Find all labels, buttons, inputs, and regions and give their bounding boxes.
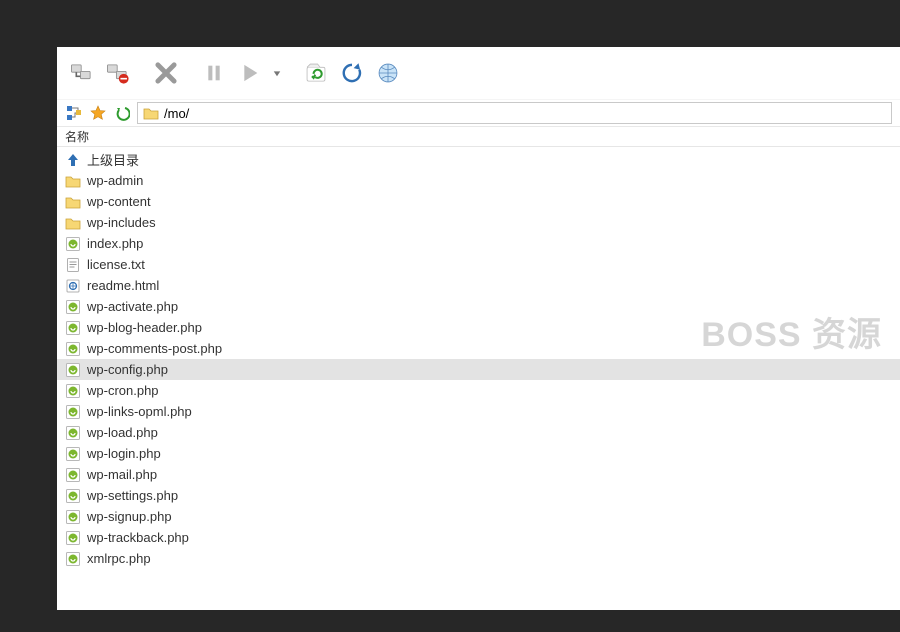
file-list: 上级目录 wp-admin wp-content wp-includes index.p… — [57, 147, 900, 569]
play-icon[interactable] — [235, 58, 265, 88]
globe-icon[interactable] — [373, 58, 403, 88]
list-item-label: wp-blog-header.php — [87, 320, 202, 335]
text-icon — [65, 257, 81, 273]
list-item[interactable]: index.php — [57, 233, 900, 254]
list-item-label: wp-mail.php — [87, 467, 157, 482]
list-item[interactable]: wp-signup.php — [57, 506, 900, 527]
tree-icon[interactable] — [65, 104, 83, 122]
list-item-label: wp-content — [87, 194, 151, 209]
list-item-label: wp-admin — [87, 173, 143, 188]
list-item-label: wp-trackback.php — [87, 530, 189, 545]
back-arrow-icon[interactable] — [113, 104, 131, 122]
list-item-label: license.txt — [87, 257, 145, 272]
list-item-label: wp-activate.php — [87, 299, 178, 314]
list-item-label: wp-comments-post.php — [87, 341, 222, 356]
php-icon — [65, 425, 81, 441]
list-item[interactable]: wp-cron.php — [57, 380, 900, 401]
list-item[interactable]: wp-blog-header.php — [57, 317, 900, 338]
list-item-label: wp-cron.php — [87, 383, 159, 398]
list-item[interactable]: readme.html — [57, 275, 900, 296]
php-icon — [65, 488, 81, 504]
main-toolbar — [57, 47, 900, 99]
list-item[interactable]: wp-config.php — [57, 359, 900, 380]
php-icon — [65, 530, 81, 546]
column-name[interactable]: 名称 — [65, 128, 89, 145]
up-arrow-icon — [65, 152, 81, 168]
php-icon — [65, 404, 81, 420]
connect-icon[interactable] — [67, 58, 97, 88]
php-icon — [65, 383, 81, 399]
folder-icon — [142, 104, 160, 122]
list-item-label: wp-load.php — [87, 425, 158, 440]
list-item[interactable]: wp-load.php — [57, 422, 900, 443]
disconnect-icon[interactable] — [103, 58, 133, 88]
list-item[interactable]: wp-login.php — [57, 443, 900, 464]
list-item[interactable]: wp-comments-post.php — [57, 338, 900, 359]
pause-icon[interactable] — [199, 58, 229, 88]
list-item[interactable]: wp-content — [57, 191, 900, 212]
path-input[interactable] — [164, 106, 887, 121]
list-item[interactable]: wp-admin — [57, 170, 900, 191]
php-icon — [65, 467, 81, 483]
list-item[interactable]: xmlrpc.php — [57, 548, 900, 569]
php-icon — [65, 341, 81, 357]
list-item[interactable]: wp-mail.php — [57, 464, 900, 485]
php-icon — [65, 509, 81, 525]
path-box[interactable] — [137, 102, 892, 124]
folder-icon — [65, 173, 81, 189]
list-item-label: xmlrpc.php — [87, 551, 151, 566]
dropdown-icon[interactable] — [271, 58, 283, 88]
php-icon — [65, 446, 81, 462]
column-header-row: 名称 — [57, 127, 900, 147]
list-item[interactable]: wp-trackback.php — [57, 527, 900, 548]
list-item[interactable]: license.txt — [57, 254, 900, 275]
list-item-label: index.php — [87, 236, 143, 251]
list-item-label: wp-signup.php — [87, 509, 172, 524]
list-item[interactable]: wp-settings.php — [57, 485, 900, 506]
list-item-label: wp-includes — [87, 215, 156, 230]
file-manager-window: 名称 上级目录 wp-admin wp-content wp-includes inde… — [57, 47, 900, 610]
list-item-label: readme.html — [87, 278, 159, 293]
html-icon — [65, 278, 81, 294]
php-icon — [65, 362, 81, 378]
php-icon — [65, 299, 81, 315]
list-item[interactable]: wp-includes — [57, 212, 900, 233]
list-item[interactable]: wp-activate.php — [57, 296, 900, 317]
reload-icon[interactable] — [337, 58, 367, 88]
star-icon[interactable] — [89, 104, 107, 122]
list-item-label: wp-links-opml.php — [87, 404, 192, 419]
folder-icon — [65, 194, 81, 210]
cancel-icon[interactable] — [151, 58, 181, 88]
folder-icon — [65, 215, 81, 231]
refresh-folder-icon[interactable] — [301, 58, 331, 88]
list-item-label: wp-login.php — [87, 446, 161, 461]
php-icon — [65, 320, 81, 336]
php-icon — [65, 236, 81, 252]
address-bar — [57, 99, 900, 127]
list-item-label: wp-settings.php — [87, 488, 178, 503]
list-item-label: 上级目录 — [87, 150, 139, 169]
list-item[interactable]: 上级目录 — [57, 149, 900, 170]
php-icon — [65, 551, 81, 567]
list-item[interactable]: wp-links-opml.php — [57, 401, 900, 422]
list-item-label: wp-config.php — [87, 362, 168, 377]
